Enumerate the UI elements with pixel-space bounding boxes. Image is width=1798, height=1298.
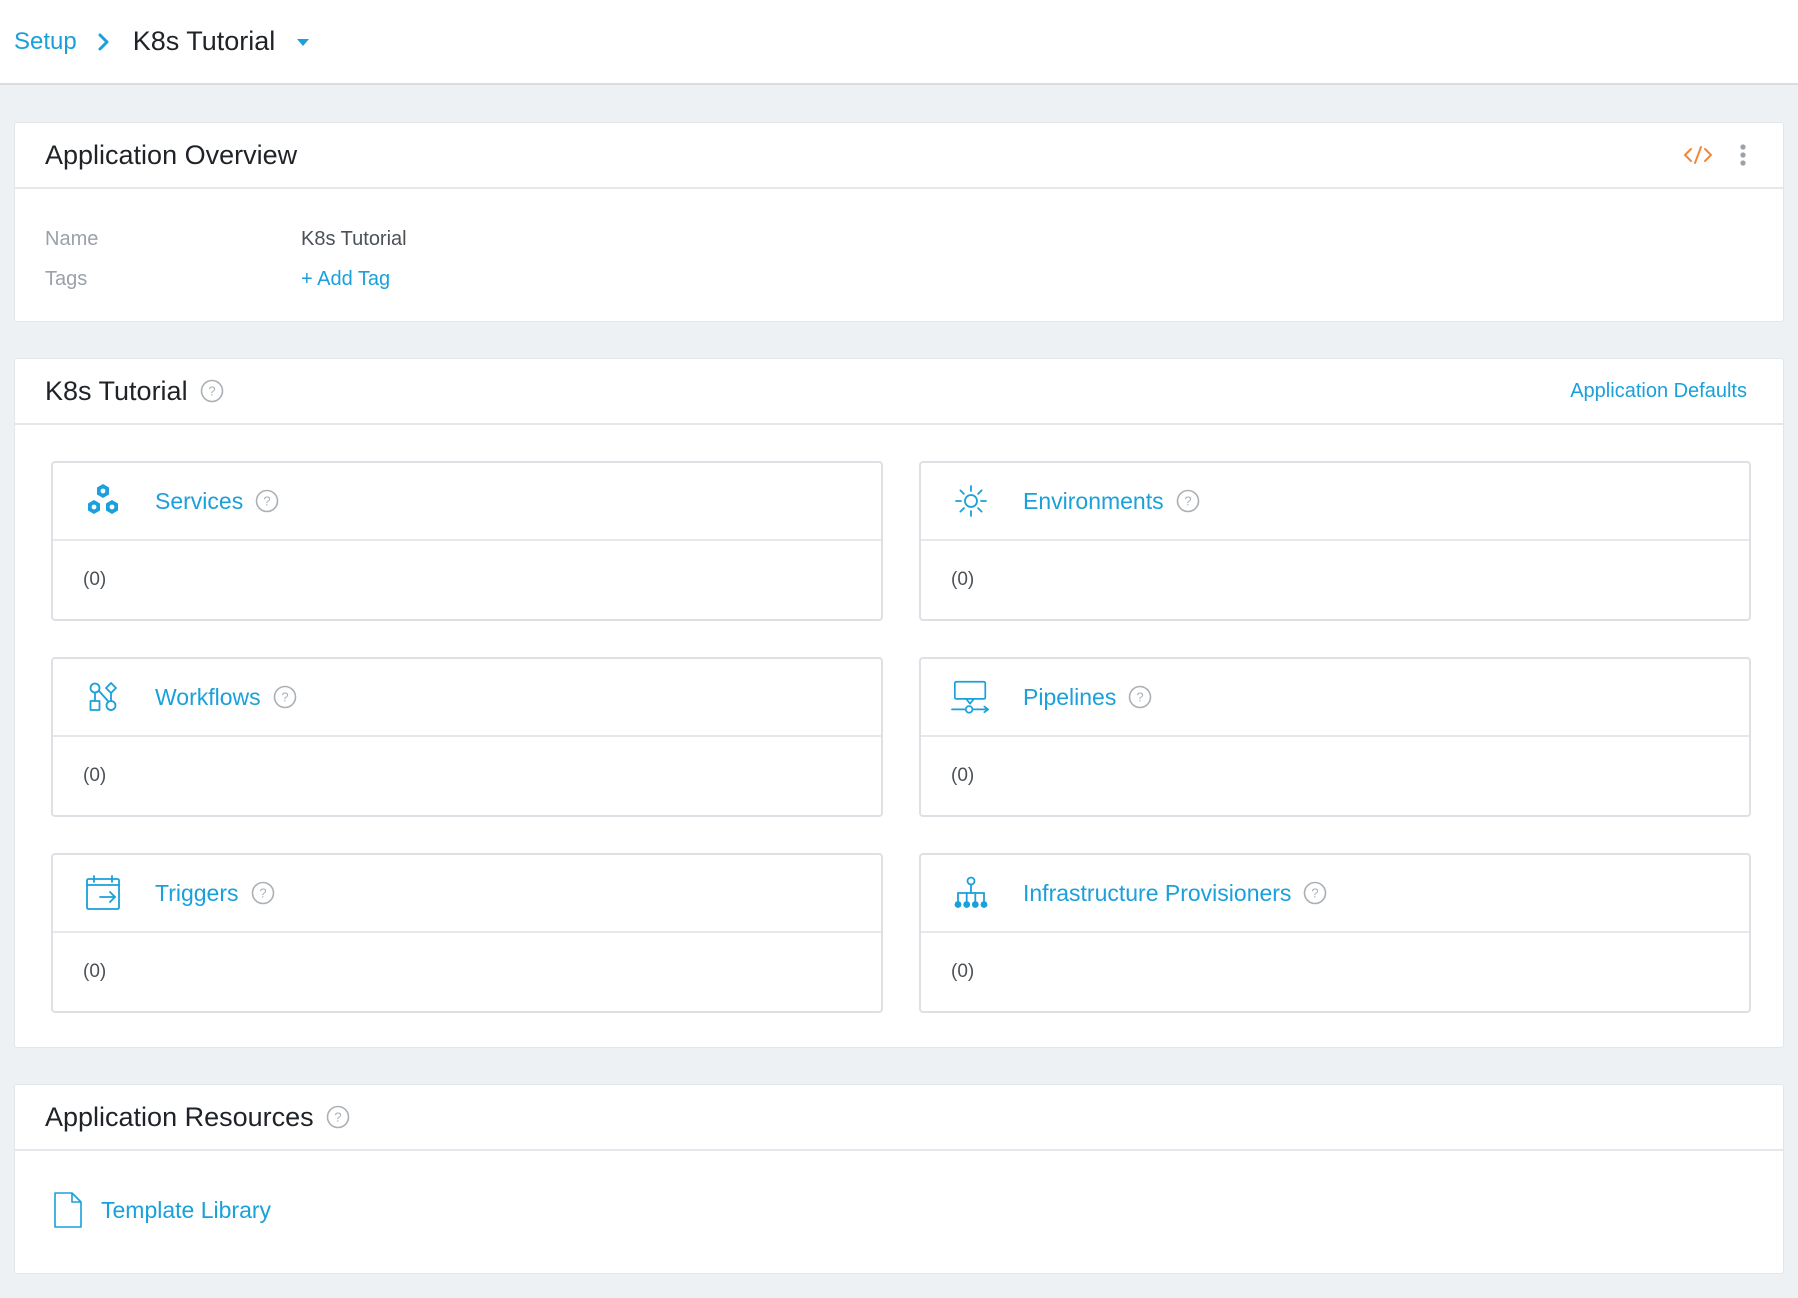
- services-tile-header[interactable]: Services ?: [53, 463, 881, 541]
- help-icon[interactable]: ?: [251, 881, 275, 905]
- environments-count: (0): [951, 569, 975, 590]
- application-defaults-link[interactable]: Application Defaults: [1570, 380, 1747, 403]
- overview-title: Application Overview: [45, 139, 298, 170]
- infrastructure-provisioners-tile-header[interactable]: Infrastructure Provisioners ?: [921, 855, 1749, 933]
- environments-tile: Environments ? (0): [919, 461, 1751, 621]
- add-tag-link[interactable]: + Add Tag: [301, 268, 390, 291]
- application-header: K8s Tutorial ? Application Defaults: [15, 359, 1783, 425]
- name-value: K8s Tutorial: [301, 227, 407, 250]
- help-icon[interactable]: ?: [1176, 489, 1200, 513]
- application-title: K8s Tutorial: [45, 375, 188, 406]
- svg-text:?: ?: [1312, 886, 1319, 901]
- pipelines-tile: Pipelines ? (0): [919, 657, 1751, 817]
- top-bar: Setup K8s Tutorial: [0, 0, 1798, 85]
- svg-text:?: ?: [208, 384, 215, 399]
- environments-tile-header[interactable]: Environments ?: [921, 463, 1749, 541]
- help-icon[interactable]: ?: [326, 1105, 350, 1129]
- more-vertical-icon[interactable]: [1739, 143, 1747, 167]
- svg-text:?: ?: [1137, 690, 1144, 705]
- help-icon[interactable]: ?: [273, 685, 297, 709]
- services-icon: [83, 481, 123, 521]
- breadcrumb-setup-link[interactable]: Setup: [14, 28, 77, 56]
- triggers-tile: Triggers ? (0): [51, 853, 883, 1013]
- overview-header: Application Overview: [15, 123, 1783, 189]
- name-label: Name: [45, 227, 99, 250]
- svg-text:?: ?: [264, 494, 271, 509]
- code-icon[interactable]: [1683, 145, 1713, 165]
- template-library-label: Template Library: [101, 1196, 272, 1223]
- application-resources-card: Application Resources ? Template Library: [14, 1084, 1784, 1274]
- caret-down-icon[interactable]: [293, 32, 313, 52]
- workflows-count: (0): [83, 765, 107, 786]
- workflows-icon: [83, 677, 123, 717]
- svg-text:?: ?: [334, 1110, 341, 1125]
- overview-row-tags: Tags + Add Tag: [45, 259, 1753, 299]
- infrastructure-provisioners-count: (0): [951, 961, 975, 982]
- infrastructure-provisioners-title: Infrastructure Provisioners: [1023, 879, 1292, 906]
- overview-actions: [1683, 143, 1747, 167]
- svg-text:?: ?: [281, 690, 288, 705]
- environments-title: Environments: [1023, 487, 1164, 514]
- triggers-icon: [83, 873, 123, 913]
- help-icon[interactable]: ?: [1128, 685, 1152, 709]
- chevron-right-icon: [91, 29, 117, 55]
- tags-label: Tags: [45, 267, 88, 290]
- template-library-link[interactable]: Template Library: [53, 1191, 1747, 1229]
- overview-row-name: Name K8s Tutorial: [45, 219, 1753, 259]
- triggers-title: Triggers: [155, 879, 239, 906]
- page-root: Setup K8s Tutorial Application Overview: [0, 0, 1798, 1298]
- services-tile: Services ? (0): [51, 461, 883, 621]
- overview-body: Name K8s Tutorial Tags + Add Tag: [15, 189, 1783, 299]
- pipelines-icon: [951, 677, 991, 717]
- services-title: Services: [155, 487, 244, 514]
- environments-icon: [951, 481, 991, 521]
- application-overview-card: Application Overview Name K8s Tutorial T…: [14, 122, 1784, 322]
- triggers-count: (0): [83, 961, 107, 982]
- application-title-group: K8s Tutorial ?: [45, 376, 224, 407]
- pipelines-tile-header[interactable]: Pipelines ?: [921, 659, 1749, 737]
- triggers-tile-header[interactable]: Triggers ?: [53, 855, 881, 933]
- document-icon: [53, 1191, 83, 1229]
- breadcrumb-current: K8s Tutorial: [132, 26, 276, 56]
- resources-title: Application Resources: [45, 1101, 314, 1132]
- application-card: K8s Tutorial ? Application Defaults Serv…: [14, 358, 1784, 1048]
- workflows-tile-header[interactable]: Workflows ?: [53, 659, 881, 737]
- svg-text:?: ?: [1184, 494, 1191, 509]
- pipelines-title: Pipelines: [1023, 683, 1117, 710]
- resources-header: Application Resources ?: [15, 1085, 1783, 1151]
- help-icon[interactable]: ?: [200, 379, 224, 403]
- workflows-tile: Workflows ? (0): [51, 657, 883, 817]
- help-icon[interactable]: ?: [255, 489, 279, 513]
- infrastructure-provisioners-icon: [951, 873, 991, 913]
- resources-body: Template Library: [15, 1151, 1783, 1229]
- workflows-title: Workflows: [155, 683, 261, 710]
- svg-text:?: ?: [259, 886, 266, 901]
- help-icon[interactable]: ?: [1303, 881, 1327, 905]
- pipelines-count: (0): [951, 765, 975, 786]
- services-count: (0): [83, 569, 107, 590]
- infrastructure-provisioners-tile: Infrastructure Provisioners ? (0): [919, 853, 1751, 1013]
